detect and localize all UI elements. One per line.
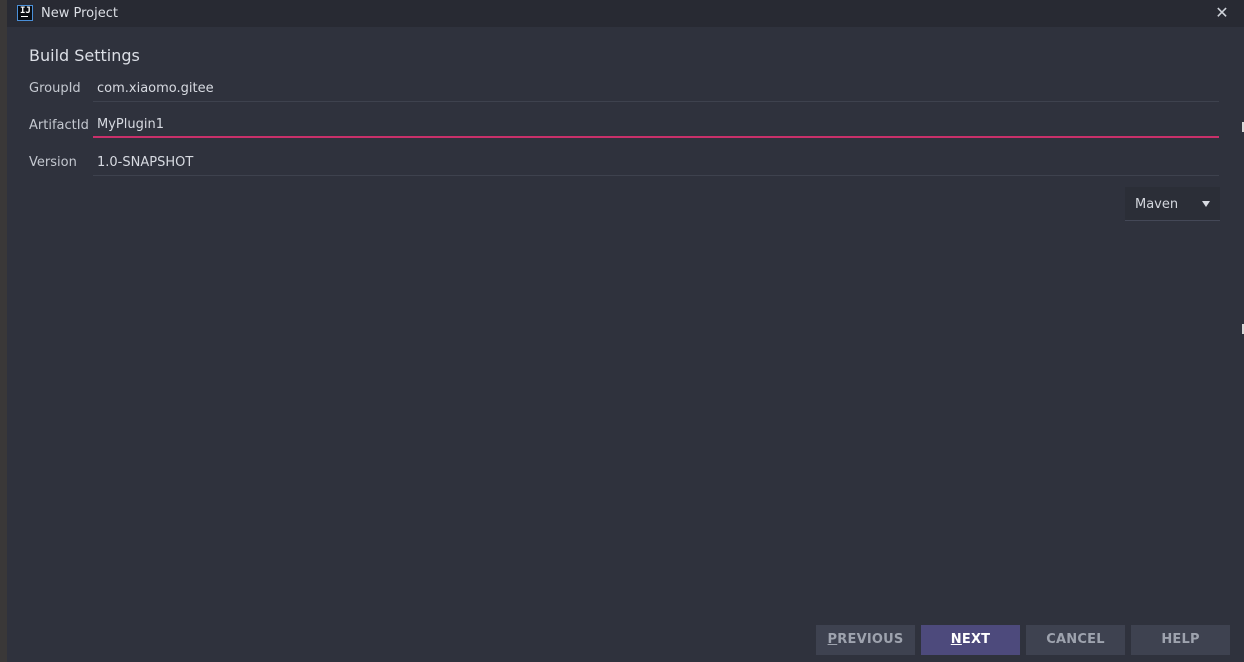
previous-button[interactable]: PREVIOUS: [816, 625, 915, 655]
next-label: EXT: [961, 632, 991, 647]
version-label: Version: [29, 155, 77, 170]
intellij-app-icon: IJ: [17, 5, 33, 21]
help-button[interactable]: HELP: [1131, 625, 1230, 655]
background-edge: [0, 0, 7, 662]
build-tool-value: Maven: [1135, 197, 1179, 212]
new-project-dialog: IJ New Project ✕ Build Settings GroupId …: [7, 0, 1244, 662]
artifact-id-input[interactable]: [93, 112, 1219, 138]
artifact-id-label: ArtifactId: [29, 118, 89, 133]
previous-label: REVIOUS: [837, 632, 904, 647]
chevron-down-icon: [1202, 201, 1210, 207]
group-id-label: GroupId: [29, 81, 81, 96]
window-title: New Project: [41, 6, 118, 21]
section-title: Build Settings: [29, 46, 140, 65]
version-input[interactable]: [93, 150, 1219, 176]
next-mnemonic: N: [950, 632, 962, 647]
close-icon[interactable]: ✕: [1214, 5, 1230, 21]
title-bar: IJ New Project ✕: [7, 0, 1244, 27]
cancel-button[interactable]: CANCEL: [1026, 625, 1125, 655]
build-tool-select[interactable]: Maven: [1125, 187, 1220, 221]
next-button[interactable]: NEXT: [921, 625, 1020, 655]
previous-mnemonic: P: [827, 632, 838, 647]
app-icon-text: IJ: [20, 6, 31, 16]
group-id-input[interactable]: [93, 76, 1219, 102]
